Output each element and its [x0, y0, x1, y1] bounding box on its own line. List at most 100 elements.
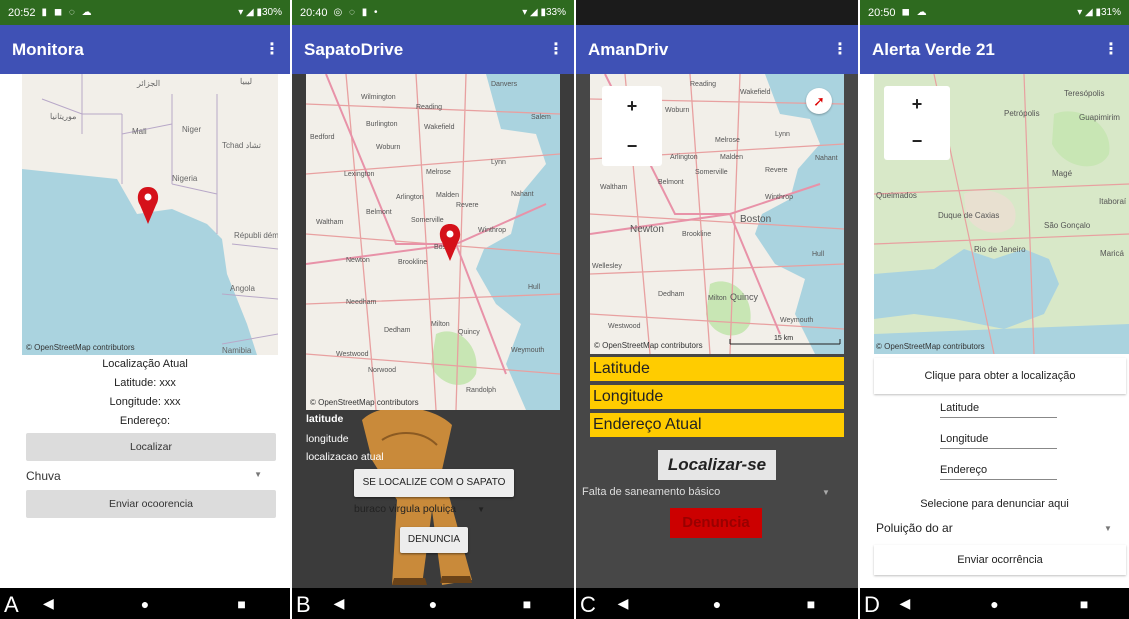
app-title: Alerta Verde 21: [872, 39, 995, 59]
map-label: Malden: [436, 192, 459, 199]
overflow-menu-icon[interactable]: ⋮: [832, 39, 848, 59]
occurrence-type-spinner[interactable]: buraco virgula poluiça ▼: [354, 503, 485, 515]
map-label: Rio de Janeiro: [974, 245, 1026, 254]
phone-panel-a: 20:52 ▮ ◼ ◌ ☁ ▾ ◢ ▮30% Monitora ⋮ الجزائ…: [0, 0, 290, 619]
zoom-in-icon[interactable]: +: [884, 86, 950, 123]
status-bar: 20:40 ◎ ◌ ▮ • ▾ ◢ ▮33%: [292, 0, 574, 25]
map-label: Weymouth: [511, 347, 544, 354]
map-label: Westwood: [336, 351, 369, 358]
map-label: Reading: [690, 81, 716, 88]
recents-icon[interactable]: ■: [227, 596, 257, 612]
app-title: Monitora: [12, 39, 84, 59]
app-bar: Alerta Verde 21 ⋮: [860, 25, 1129, 74]
map-label: Woburn: [665, 107, 689, 114]
map-attribution[interactable]: © OpenStreetMap contributors: [876, 342, 985, 351]
map-label: Guapimirim: [1079, 113, 1120, 122]
map-label: Somerville: [695, 169, 728, 176]
map-label: Revere: [765, 167, 788, 174]
localizar-se-button[interactable]: Localizar-se: [658, 450, 776, 480]
map-label: Tchad تشاد: [222, 141, 261, 150]
overflow-menu-icon[interactable]: ⋮: [1103, 39, 1119, 59]
zoom-in-icon[interactable]: +: [602, 86, 662, 126]
occurrence-type-spinner[interactable]: Poluição do ar ▼: [876, 521, 1112, 535]
system-nav-bar: ◀ ● ■: [576, 588, 858, 619]
recents-icon[interactable]: ■: [1069, 596, 1099, 612]
map-label: Boston: [740, 214, 771, 225]
app-bar: SapatoDrive ⋮: [292, 25, 574, 74]
notification-icons: ▮ ◼ ◌ ☁: [41, 7, 94, 18]
map-label: Hull: [812, 251, 825, 258]
current-location-label: localizacao atual: [306, 451, 384, 463]
map-label: Magé: [1052, 169, 1073, 178]
map-label: Arlington: [396, 194, 424, 201]
send-occurrence-button[interactable]: Enviar ocorrência: [874, 545, 1126, 575]
latitude-label: latitude: [306, 413, 344, 425]
occurrence-type-spinner[interactable]: Chuva ▼: [26, 465, 276, 487]
map-label: Duque de Caxias: [938, 211, 999, 220]
map-label: Winthrop: [478, 227, 506, 234]
map-view[interactable]: Danvers Wilmington Reading Salem Burling…: [306, 74, 560, 410]
map-attribution[interactable]: © OpenStreetMap contributors: [594, 341, 703, 350]
latitude-field[interactable]: Latitude: [940, 400, 1057, 418]
localizar-button[interactable]: Localizar: [26, 433, 276, 461]
system-icons: ▾ ◢ ▮33%: [522, 7, 566, 18]
map-label: Somerville: [411, 217, 444, 224]
map-label: Lexington: [344, 171, 374, 178]
locate-with-shoe-button[interactable]: SE LOCALIZE COM O SAPATO: [354, 469, 514, 497]
map-label: Queimados: [876, 191, 917, 200]
notification-icons: ◎ ◌ ▮ •: [333, 7, 380, 18]
home-icon[interactable]: ●: [979, 596, 1009, 612]
map-label: Belmont: [366, 209, 392, 216]
system-icons: ▾ ◢ ▮31%: [1077, 7, 1121, 18]
denuncia-button[interactable]: DENUNCIA: [400, 527, 468, 553]
map-attribution[interactable]: © OpenStreetMap contributors: [26, 343, 135, 352]
latitude-text: Latitude: xxx: [114, 377, 176, 389]
map-label: Nahant: [511, 191, 534, 198]
map-attribution[interactable]: © OpenStreetMap contributors: [310, 398, 419, 407]
back-icon[interactable]: ◀: [33, 595, 63, 612]
compass-icon[interactable]: ➚: [806, 88, 832, 114]
zoom-out-icon[interactable]: −: [602, 126, 662, 166]
map-label: Wilmington: [361, 94, 396, 101]
map-label: Malden: [720, 154, 743, 161]
home-icon[interactable]: ●: [418, 596, 448, 612]
map-view[interactable]: الجزائر ليبيا موريتانيا Mali Niger Tchad…: [22, 74, 278, 355]
select-to-report-label: Selecione para denunciar aqui: [920, 498, 1069, 510]
map-label: Arlington: [670, 154, 698, 161]
zoom-out-icon[interactable]: −: [884, 123, 950, 160]
overflow-menu-icon[interactable]: ⋮: [548, 39, 564, 59]
send-occurrence-button[interactable]: Enviar ocoorencia: [26, 490, 276, 518]
home-icon[interactable]: ●: [702, 596, 732, 612]
app-bar: Monitora ⋮: [0, 25, 290, 74]
map-label: Newton: [346, 257, 370, 264]
map-label: Lynn: [491, 159, 506, 166]
map-label: Namibia: [222, 346, 252, 355]
map-label: Revere: [456, 202, 479, 209]
map-view[interactable]: Reading Wakefield Woburn Melrose Lynn Ma…: [590, 74, 844, 354]
map-label: موريتانيا: [50, 112, 76, 121]
map-view[interactable]: Teresópolis Petrópolis Guapimirim Magé Q…: [874, 74, 1129, 354]
spinner-value: Chuva: [26, 469, 61, 483]
zoom-controls: + −: [602, 86, 662, 166]
denuncia-button[interactable]: Denuncia: [670, 508, 762, 538]
address-field[interactable]: Endereço: [940, 462, 1057, 480]
back-icon[interactable]: ◀: [890, 595, 920, 612]
back-icon[interactable]: ◀: [608, 595, 638, 612]
back-icon[interactable]: ◀: [324, 595, 354, 612]
spinner-value: buraco virgula poluiça: [354, 503, 457, 515]
status-time: 20:52: [8, 6, 36, 19]
get-location-button[interactable]: Clique para obter a localização: [874, 358, 1126, 394]
longitude-field[interactable]: Longitude: [940, 431, 1057, 449]
map-tiles: Danvers Wilmington Reading Salem Burling…: [306, 74, 560, 410]
zoom-controls: + −: [884, 86, 950, 160]
occurrence-type-spinner[interactable]: Falta de saneamento básico ▼: [582, 486, 830, 498]
map-label: Burlington: [366, 121, 398, 128]
panel-letter: D: [864, 592, 880, 617]
recents-icon[interactable]: ■: [796, 596, 826, 612]
map-label: Reading: [416, 104, 442, 111]
recents-icon[interactable]: ■: [512, 596, 542, 612]
home-icon[interactable]: ●: [130, 596, 160, 612]
map-label: الجزائر: [136, 79, 160, 88]
system-nav-bar: ◀ ● ■: [0, 588, 290, 619]
overflow-menu-icon[interactable]: ⋮: [264, 39, 280, 59]
